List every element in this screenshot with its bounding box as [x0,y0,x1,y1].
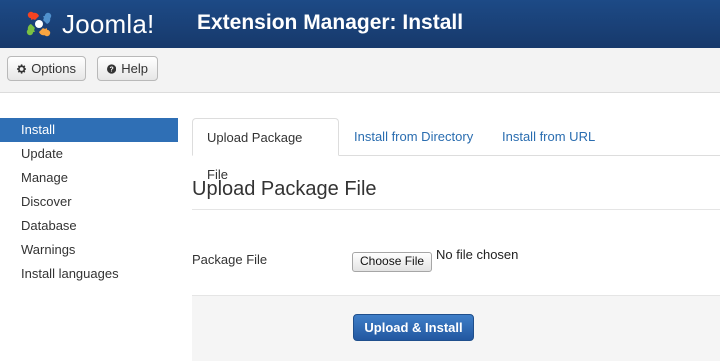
divider [192,209,720,210]
sidebar-item-update[interactable]: Update [0,142,178,166]
joomla-logo[interactable]: Joomla! [22,6,154,42]
header-bar: Joomla! Extension Manager: Install [0,0,720,48]
upload-install-button[interactable]: Upload & Install [353,314,474,341]
sidebar-item-database[interactable]: Database [0,214,178,238]
sidebar-nav: Install Update Manage Discover Database … [0,118,178,286]
help-button[interactable]: ? Help [97,56,158,81]
page-title: Extension Manager: Install [197,11,464,34]
options-label: Options [31,61,76,76]
question-icon: ? [107,63,117,74]
sidebar-item-install[interactable]: Install [0,118,178,142]
package-file-label: Package File [192,252,268,267]
logo-text: Joomla! [62,8,155,39]
section-title: Upload Package File [192,178,377,200]
gear-icon [17,63,27,74]
sidebar-item-warnings[interactable]: Warnings [0,238,178,262]
options-button[interactable]: Options [7,56,86,81]
no-file-chosen-text: No file chosen [436,247,519,262]
svg-text:?: ? [110,66,114,73]
tab-bar: Upload Package File Install from Directo… [192,118,720,182]
form-actions: Upload & Install [192,295,720,361]
tab-install-from-url[interactable]: Install from URL [488,118,609,155]
sidebar-item-manage[interactable]: Manage [0,166,178,190]
sidebar-item-install-languages[interactable]: Install languages [0,262,178,286]
toolbar: Options ? Help [0,48,720,93]
tab-upload-package-file[interactable]: Upload Package File [192,118,339,182]
main-content: Upload Package File Install from Directo… [192,118,720,361]
choose-file-button[interactable]: Choose File [352,252,433,272]
joomla-logo-icon [26,11,52,37]
sidebar-item-discover[interactable]: Discover [0,190,178,214]
help-label: Help [121,61,148,76]
tab-install-from-directory[interactable]: Install from Directory [340,118,487,155]
